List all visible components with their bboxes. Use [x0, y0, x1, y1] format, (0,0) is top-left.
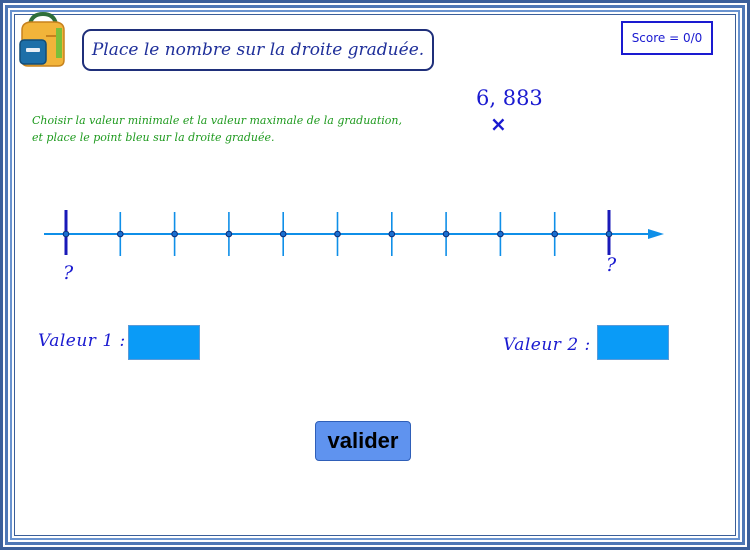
min-value-placeholder: ? — [63, 262, 74, 284]
number-line — [44, 210, 664, 256]
graduation-point — [605, 230, 613, 238]
graduation-point — [171, 230, 178, 238]
max-value-placeholder: ? — [606, 254, 617, 276]
graduation-point — [225, 230, 233, 238]
graduation-point — [334, 230, 341, 238]
value2-label: Valeur 2 : — [503, 335, 591, 355]
graduation-point — [551, 230, 559, 238]
value1-input[interactable] — [128, 325, 200, 360]
graduation-point — [388, 230, 396, 238]
graduation-point — [117, 230, 124, 238]
graduation-point — [279, 230, 287, 238]
value1-label: Valeur 1 : — [38, 331, 126, 351]
graduation-point — [62, 230, 70, 238]
graduation-point — [497, 230, 504, 238]
graduation-point — [442, 230, 450, 238]
value2-input[interactable] — [597, 325, 669, 360]
validate-button[interactable]: valider — [315, 421, 411, 461]
axis-arrow — [648, 229, 664, 239]
